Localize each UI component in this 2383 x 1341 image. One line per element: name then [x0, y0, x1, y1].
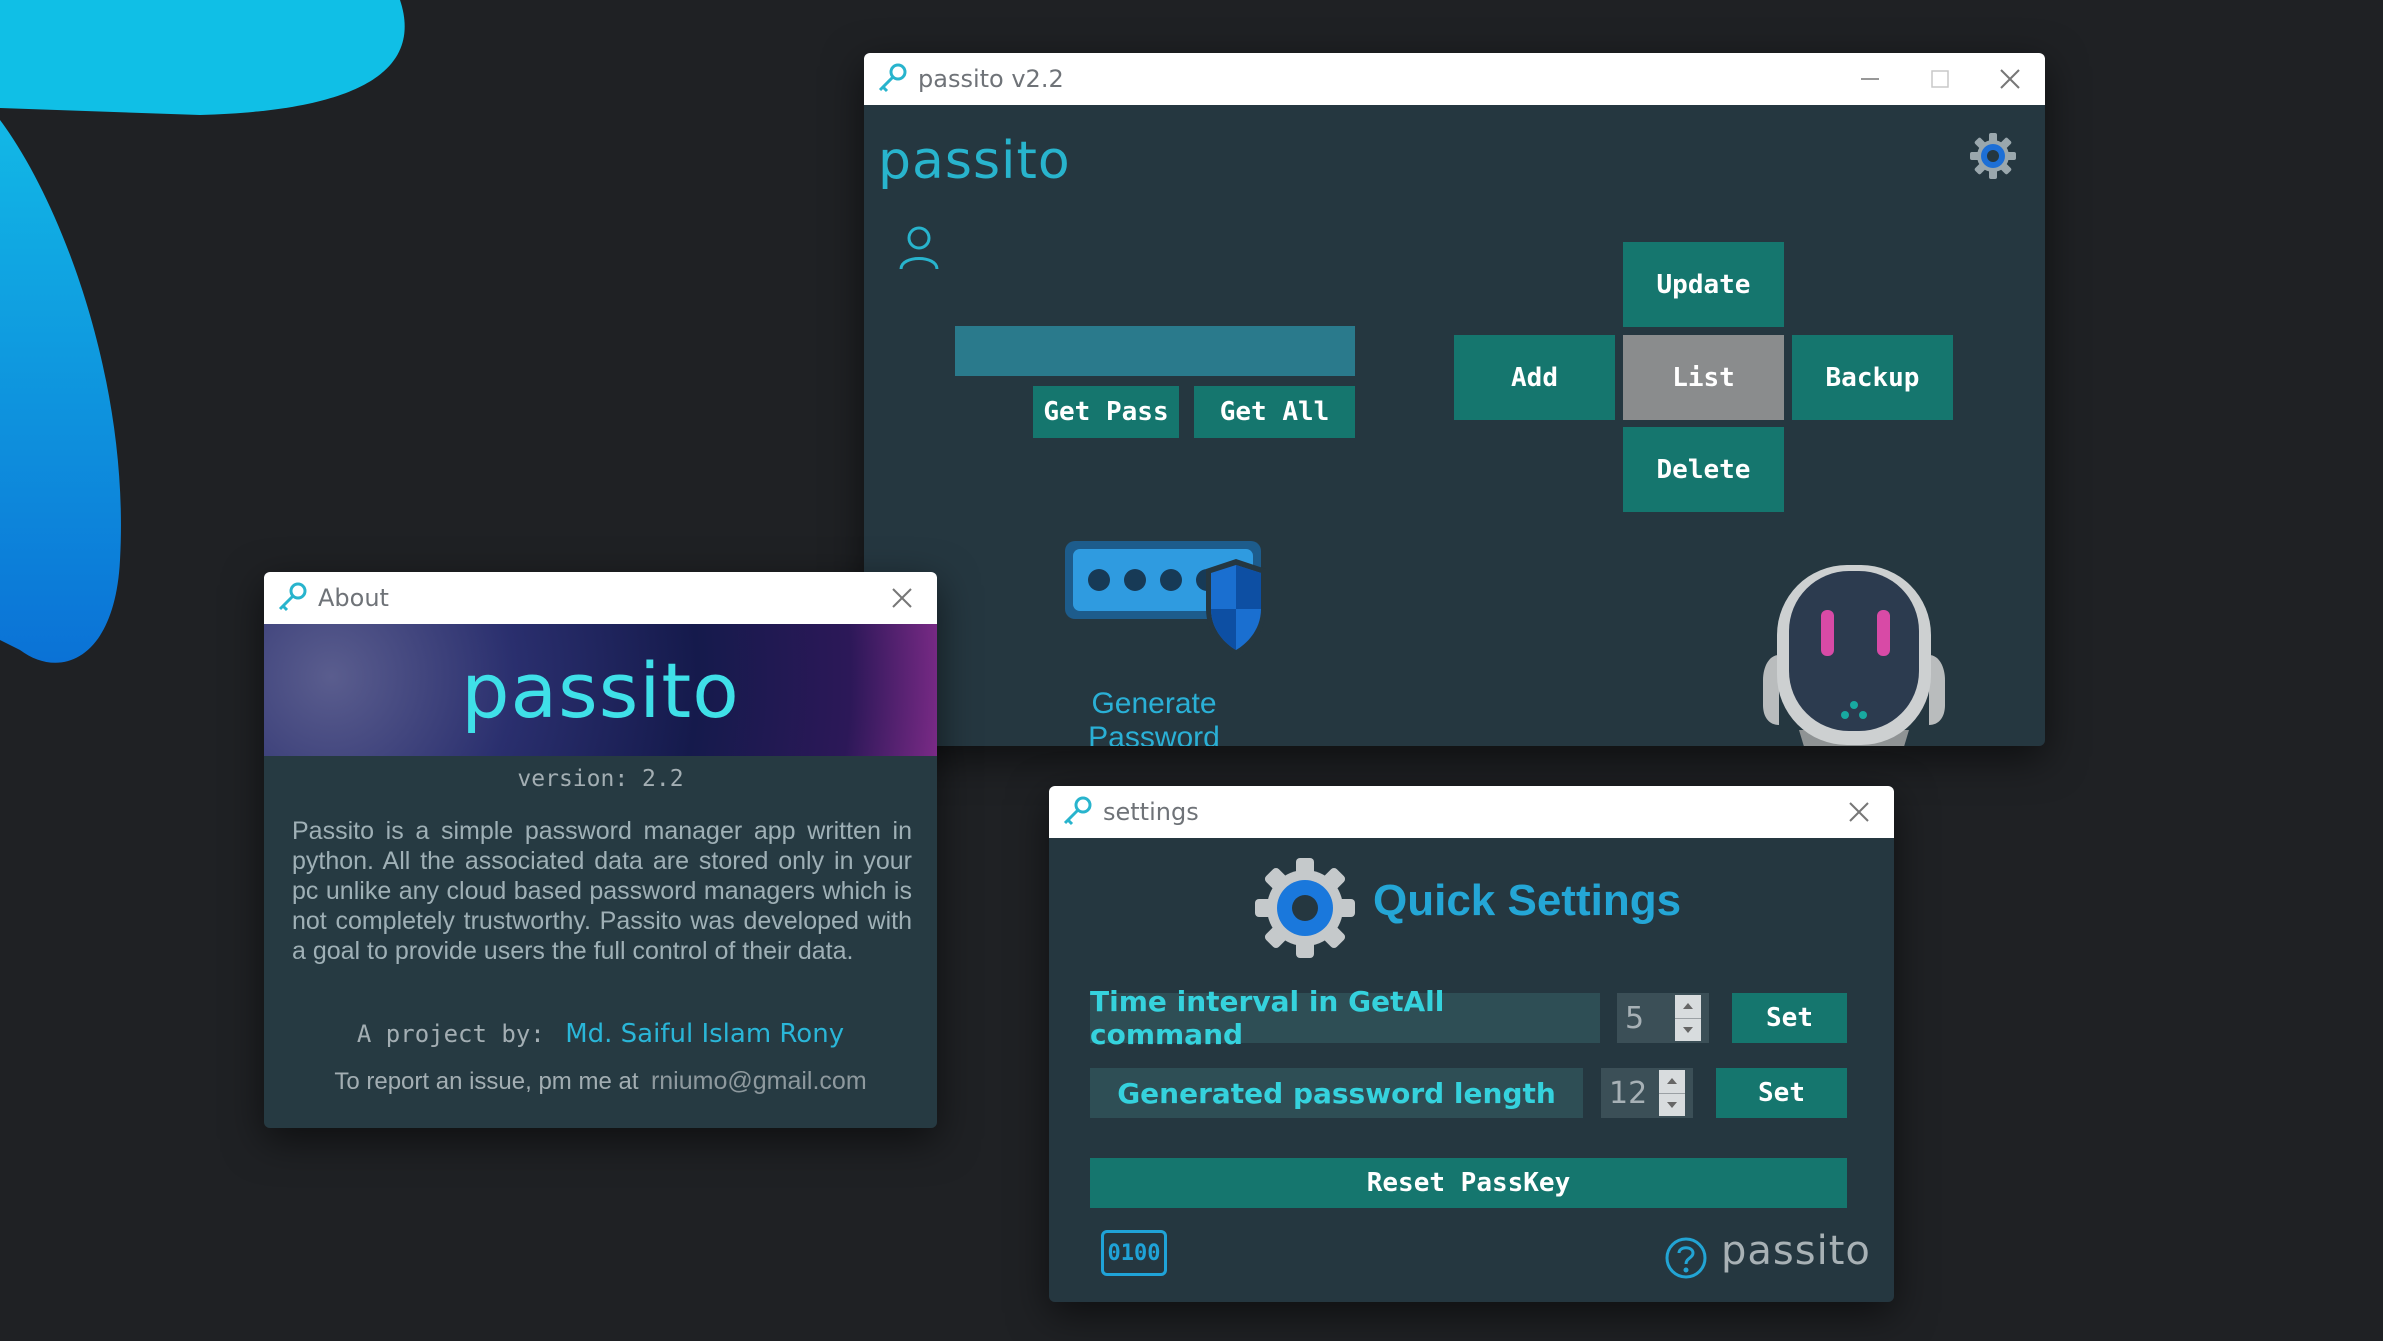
quick-settings-heading: Quick Settings: [1373, 876, 1682, 925]
version-text: version: 2.2: [517, 766, 684, 792]
author-link[interactable]: Md. Saiful Islam Rony: [565, 1019, 844, 1049]
minimize-icon: [1861, 78, 1879, 80]
close-icon: [1849, 802, 1869, 822]
project-by-label: A project by:: [356, 1020, 545, 1048]
robot-mascot-icon: [1763, 565, 1945, 746]
help-icon[interactable]: [1664, 1236, 1708, 1280]
about-titlebar[interactable]: About: [264, 572, 937, 624]
update-button[interactable]: Update: [1623, 242, 1784, 327]
maximize-icon: [1931, 70, 1949, 88]
add-button[interactable]: Add: [1454, 335, 1615, 420]
about-window-title: About: [318, 584, 389, 612]
get-pass-button[interactable]: Get Pass: [1033, 386, 1179, 438]
user-icon: [899, 226, 939, 270]
delete-button[interactable]: Delete: [1623, 427, 1784, 512]
close-icon: [2000, 69, 2020, 89]
about-body: passito version: 2.2 Passito is a simple…: [264, 624, 937, 1128]
list-button[interactable]: List: [1623, 335, 1784, 420]
time-interval-value: 5: [1625, 1000, 1645, 1036]
app-logo: passito: [878, 131, 1071, 191]
close-icon: [892, 588, 912, 608]
settings-window: settings Quick Settings Time interval in…: [1049, 786, 1894, 1302]
reset-passkey-button[interactable]: Reset PassKey: [1090, 1158, 1847, 1208]
footer-logo: passito: [1721, 1228, 1871, 1274]
chevron-down-icon[interactable]: [1675, 1019, 1701, 1042]
generate-password-label: Generate Password: [1088, 687, 1220, 746]
spin-arrows[interactable]: [1659, 1070, 1685, 1116]
time-interval-label: Time interval in GetAll command: [1090, 985, 1600, 1051]
chevron-down-icon[interactable]: [1659, 1094, 1685, 1117]
chevron-up-icon[interactable]: [1675, 995, 1701, 1019]
close-button[interactable]: [1975, 53, 2045, 105]
banner-logo: passito: [461, 646, 740, 735]
key-icon: [878, 63, 907, 93]
email-link[interactable]: rniumo@gmail.com: [651, 1067, 867, 1095]
main-window-title: passito v2.2: [918, 65, 1064, 93]
password-length-label: Generated password length: [1090, 1068, 1583, 1118]
binary-badge[interactable]: 0100: [1101, 1230, 1167, 1276]
main-body: passito Get Pass Get All Update Add List…: [864, 105, 2045, 746]
settings-body: Quick Settings Time interval in GetAll c…: [1049, 838, 1894, 1302]
gear-icon: [1255, 858, 1355, 958]
time-interval-spinbox[interactable]: 5: [1617, 993, 1709, 1043]
report-row: To report an issue, pm me at rniumo@gmai…: [264, 1067, 937, 1096]
backup-button[interactable]: Backup: [1792, 335, 1953, 420]
generate-password-button[interactable]: Generate Password: [1024, 537, 1284, 746]
about-window: About passito version: 2.2 Passito is a …: [264, 572, 937, 1128]
password-shield-icon: [1065, 541, 1266, 657]
password-length-value: 12: [1609, 1075, 1648, 1111]
key-icon: [1063, 796, 1092, 826]
minimize-button[interactable]: [1835, 53, 1905, 105]
username-input[interactable]: [955, 326, 1355, 376]
project-by-row: A project by: Md. Saiful Islam Rony: [264, 1019, 937, 1049]
set-password-length-button[interactable]: Set: [1716, 1068, 1847, 1118]
chevron-up-icon[interactable]: [1659, 1070, 1685, 1094]
binary-badge-text: 0100: [1107, 1240, 1161, 1266]
maximize-button[interactable]: [1905, 53, 1975, 105]
key-icon: [278, 582, 307, 612]
report-label: To report an issue, pm me at: [334, 1068, 639, 1095]
spin-arrows[interactable]: [1675, 995, 1701, 1041]
close-button[interactable]: [867, 572, 937, 624]
main-titlebar[interactable]: passito v2.2: [864, 53, 2045, 105]
close-button[interactable]: [1824, 786, 1894, 838]
about-description: Passito is a simple password manager app…: [292, 817, 912, 965]
set-time-interval-button[interactable]: Set: [1732, 993, 1847, 1043]
main-window: passito v2.2 passito Get Pass Get All Up…: [864, 53, 2045, 746]
settings-window-title: settings: [1103, 798, 1199, 826]
gear-icon[interactable]: [1968, 131, 2018, 181]
password-length-spinbox[interactable]: 12: [1601, 1068, 1693, 1118]
about-banner: passito: [264, 624, 937, 756]
settings-titlebar[interactable]: settings: [1049, 786, 1894, 838]
get-all-button[interactable]: Get All: [1194, 386, 1355, 438]
